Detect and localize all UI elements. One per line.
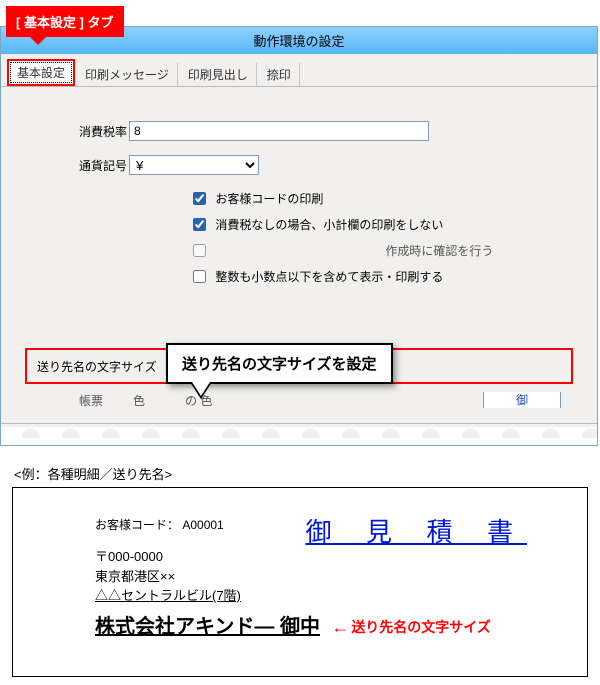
cutoff-mid: 色 <box>133 394 145 408</box>
cutoff-row: 帳票 色 の 色 御 <box>79 392 573 412</box>
recipient-size-callout-label: 送り先名の文字サイズ <box>351 617 491 637</box>
tax-rate-input[interactable] <box>129 121 429 141</box>
chk-confirm-on-create-box[interactable] <box>193 244 206 257</box>
chk-print-customer-code-label: お客様コードの印刷 <box>215 192 323 206</box>
arrow-left-icon: ← <box>331 617 349 638</box>
callout-basic-settings-tab: [ 基本設定 ] タブ <box>6 6 124 37</box>
tab-basic-settings[interactable]: 基本設定 <box>7 59 75 86</box>
address-line-2: △△セントラルビル(7階) <box>95 586 569 606</box>
cutoff-left: 帳票 <box>79 394 103 408</box>
recipient-size-callout: ← 送り先名の文字サイズ <box>331 617 491 638</box>
document-title: 御 見 積 書 <box>305 512 527 549</box>
address-line-1: 東京都港区×× <box>95 567 569 587</box>
chk-no-tax-subtotal[interactable]: 消費税なしの場合、小計欄の印刷をしない <box>189 215 579 234</box>
wavy-cut-icon <box>1 423 597 445</box>
chk-confirm-on-create-label: 作成時に確認を行う <box>385 244 493 258</box>
currency-label: 通貨記号 <box>19 157 129 174</box>
options-group: お客様コードの印刷 消費税なしの場合、小計欄の印刷をしない 作成時に確認を行う … <box>189 189 579 286</box>
tabstrip: 基本設定 印刷メッセージ 印刷見出し 捺印 <box>1 54 597 87</box>
example-caption: <例：各種明細／送り先名> <box>14 464 600 483</box>
chk-confirm-on-create[interactable]: 作成時に確認を行う <box>189 241 579 260</box>
tab-stamp[interactable]: 捺印 <box>259 63 300 86</box>
stamp-box-partial: 御 <box>483 392 561 408</box>
chk-no-tax-subtotal-box[interactable] <box>193 218 206 231</box>
tax-rate-label: 消費税率 <box>19 123 129 140</box>
chk-show-decimals[interactable]: 整数も小数点以下を含めて表示・印刷する <box>189 267 579 286</box>
chk-print-customer-code-box[interactable] <box>193 192 206 205</box>
chk-no-tax-subtotal-label: 消費税なしの場合、小計欄の印刷をしない <box>215 218 443 232</box>
settings-dialog: 動作環境の設定 基本設定 印刷メッセージ 印刷見出し 捺印 消費税率 通貨記号 … <box>0 26 598 446</box>
chk-print-customer-code[interactable]: お客様コードの印刷 <box>189 189 579 208</box>
postal-code: 〒000-0000 <box>95 547 569 567</box>
address-block: 〒000-0000 東京都港区×× △△セントラルビル(7階) <box>95 547 569 606</box>
recipient-name: 株式会社アキンド― 御中 <box>95 610 320 639</box>
chk-show-decimals-label: 整数も小数点以下を含めて表示・印刷する <box>215 270 443 284</box>
currency-select[interactable]: ¥ <box>129 155 259 175</box>
chk-show-decimals-box[interactable] <box>193 270 206 283</box>
customer-code-label: お客様コード： <box>95 518 182 532</box>
recipient-font-size-label: 送り先名の文字サイズ <box>37 358 157 375</box>
tab-print-heading[interactable]: 印刷見出し <box>180 63 257 86</box>
balloon-font-size-hint: 送り先名の文字サイズを設定 <box>166 343 393 384</box>
customer-code-value: A00001 <box>182 518 223 532</box>
dialog-body: 消費税率 通貨記号 ¥ お客様コードの印刷 消費税なしの場合、小計欄の印刷をしな… <box>1 87 597 427</box>
example-document: 御 見 積 書 お客様コード： A00001 〒000-0000 東京都港区××… <box>12 487 588 677</box>
tab-print-message[interactable]: 印刷メッセージ <box>77 63 178 86</box>
